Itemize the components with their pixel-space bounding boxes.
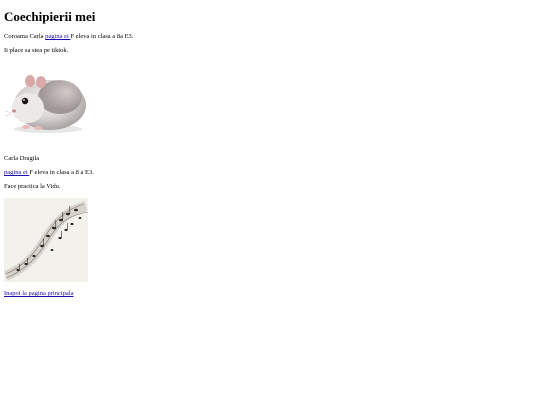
member-1-intro-suffix: F eleva in clasa a 8a E3.	[70, 33, 134, 40]
member-1-intro: Coroama Carla pagina ei F eleva in clasa…	[4, 33, 133, 41]
member-1-hobby: Ii place sa stea pe tiktok.	[4, 47, 69, 54]
back-to-home-link[interactable]: Inapoi la pagina principala	[4, 290, 74, 297]
member-1-page-link[interactable]: pagina ei	[45, 33, 70, 40]
member-2-intro-suffix: F eleva in clasa a 8 a E3.	[29, 169, 94, 176]
back-link-line: Inapoi la pagina principala	[4, 290, 74, 298]
member-2-intro: pagina ei F eleva in clasa a 8 a E3.	[4, 169, 94, 177]
member-2-page-link[interactable]: pagina ei	[4, 169, 29, 176]
member-2-name: Carla Dragila	[4, 155, 40, 162]
hamster-photo	[4, 67, 86, 137]
music-notes-photo	[4, 198, 88, 282]
member-2-hobby: Face practica la Vidu.	[4, 183, 61, 190]
page-title: Coechipierii mei	[4, 9, 96, 24]
member-1-intro-prefix: Coroama Carla	[4, 33, 46, 40]
